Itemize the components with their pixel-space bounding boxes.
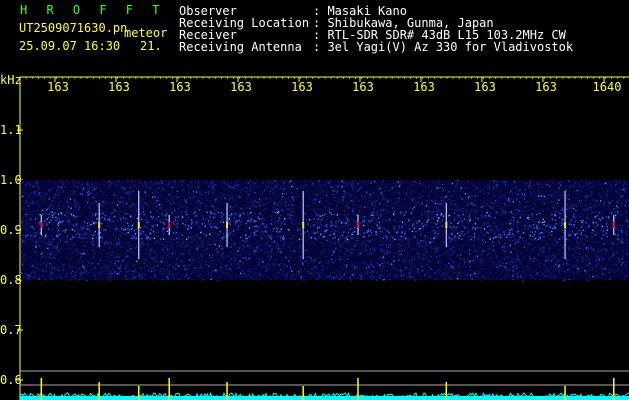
x-tick-label: 163 bbox=[169, 80, 191, 94]
meteor-echo-core bbox=[226, 222, 229, 228]
meteor-echo-core bbox=[564, 222, 567, 228]
spectrogram-plot: 163 163 163 163 163 163 163 163 163 16401.11.00.9… bbox=[0, 76, 629, 400]
x-tick-label: 1640 bbox=[593, 80, 622, 94]
meteor-echo-core bbox=[356, 222, 359, 228]
x-tick-label: 163 bbox=[474, 80, 496, 94]
hrofft-window: { "header": { "brand": "H R O F F T", "f… bbox=[0, 0, 629, 400]
x-tick-label: 163 bbox=[47, 80, 69, 94]
meteor-echo-core bbox=[445, 222, 448, 228]
x-tick-label: 163 bbox=[291, 80, 313, 94]
x-tick-label: 163 bbox=[230, 80, 252, 94]
x-tick-label: 163 bbox=[108, 80, 130, 94]
x-tick-label: 163 bbox=[535, 80, 557, 94]
meteor-echo-core bbox=[612, 222, 615, 228]
x-tick-label: 163 bbox=[352, 80, 374, 94]
meteor-echo-core bbox=[168, 222, 171, 228]
meteor-echo-core bbox=[40, 222, 43, 228]
meteor-echo-core bbox=[302, 222, 305, 228]
spectrum-floor bbox=[20, 396, 629, 400]
x-tick-label: 163 bbox=[413, 80, 435, 94]
meteor-echo-core bbox=[137, 222, 140, 228]
meteor-echo-core bbox=[98, 222, 101, 228]
